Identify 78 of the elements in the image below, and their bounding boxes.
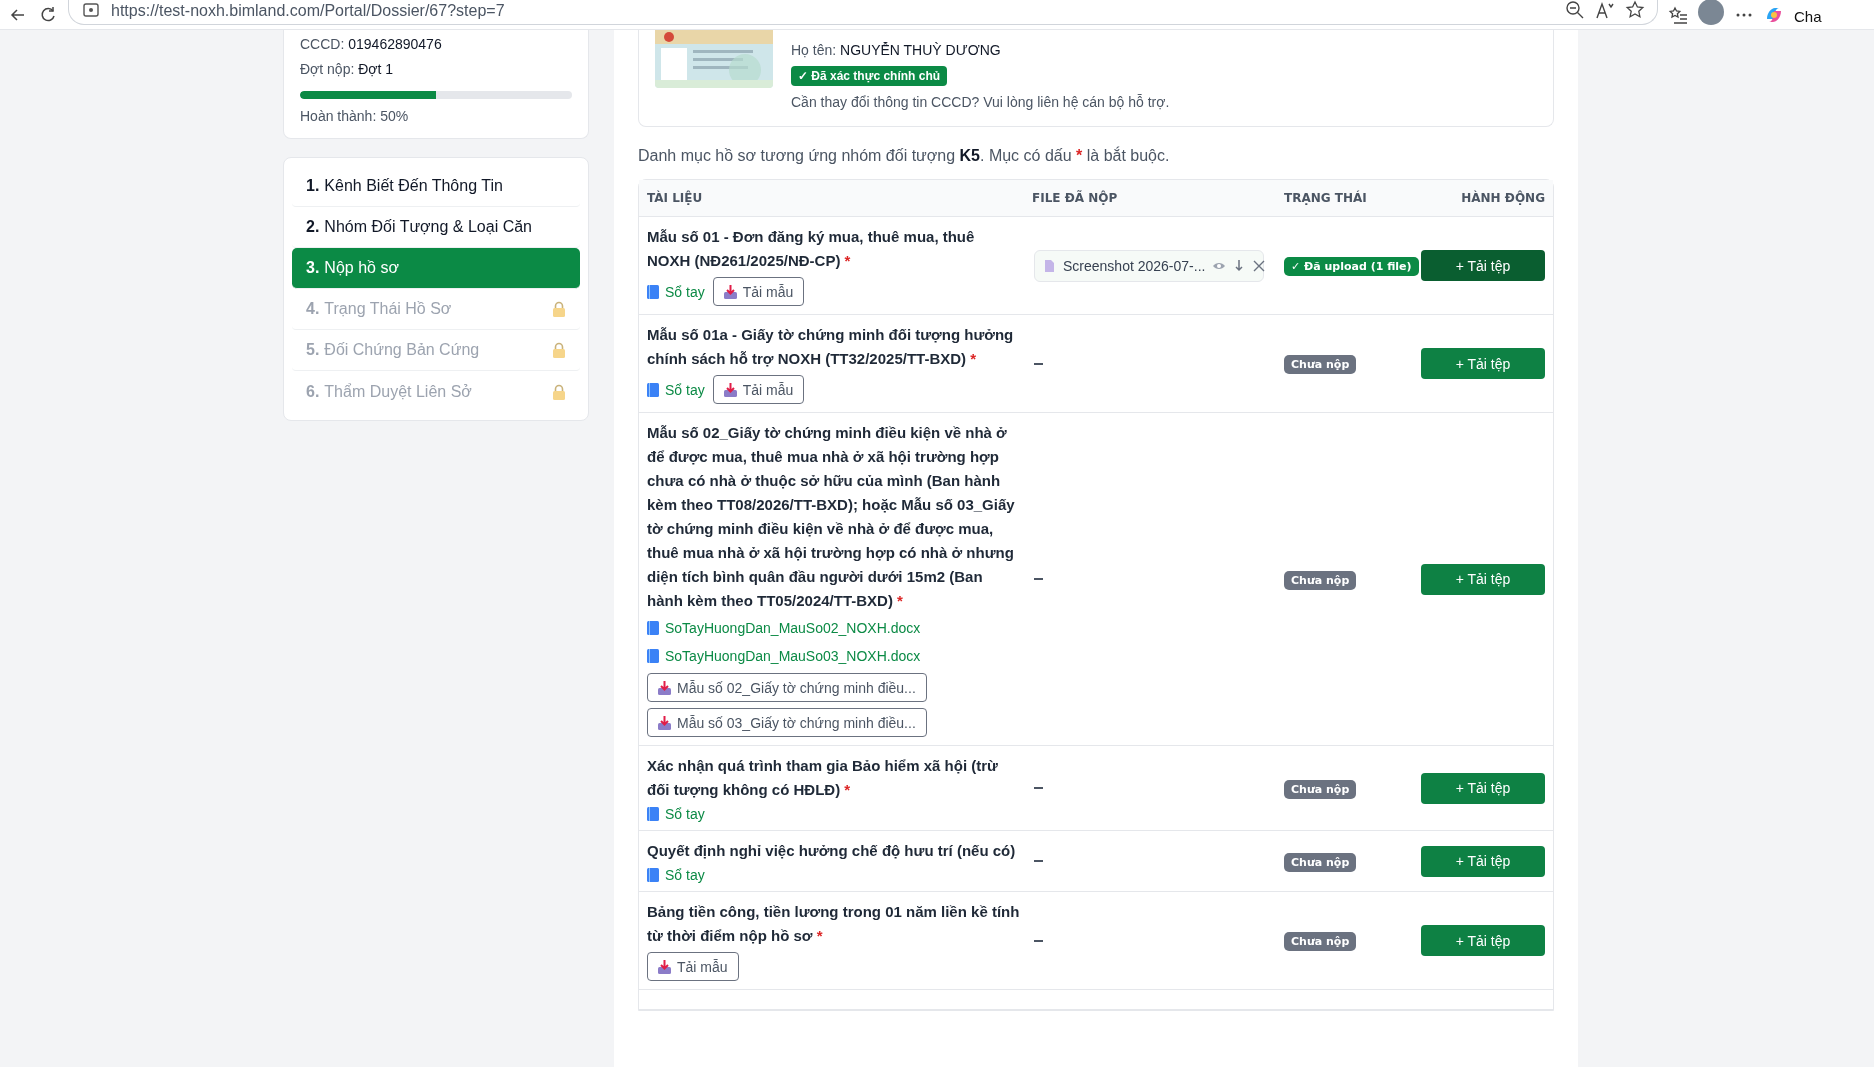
lock-icon	[552, 342, 566, 358]
book-icon	[647, 621, 659, 635]
intro-text: Danh mục hồ sơ tương ứng nhóm đối tượng K5. Mục có dấu * là bắt buộc.	[638, 147, 1171, 165]
step-tab[interactable]: 5. Đối Chứng Bản Cứng	[292, 330, 580, 371]
status-badge: Chưa nộp	[1284, 852, 1357, 872]
progress-label: Hoàn thành: 50%	[300, 108, 410, 124]
step-tab[interactable]: 6. Thẩm Duyệt Liên Sở	[292, 371, 580, 412]
column-header: TÀI LIỆU	[646, 191, 704, 205]
download-icon	[723, 284, 737, 299]
empty-dash-icon	[1034, 860, 1043, 862]
step-tab[interactable]: 1. Kênh Biết Đến Thông Tin	[292, 166, 580, 207]
status-badge: Chưa nộp	[1284, 355, 1357, 374]
status-badge: Chưa nộp	[1284, 932, 1357, 951]
empty-dash-icon	[1034, 787, 1043, 789]
upload-button[interactable]: + Tải tệp	[1421, 348, 1545, 379]
empty-dash-icon	[1034, 362, 1043, 365]
handbook-link[interactable]: Sổ tay	[647, 283, 705, 300]
lock-icon	[552, 383, 566, 400]
upload-button[interactable]: + Tải tệp	[1421, 772, 1545, 804]
download-icon	[658, 715, 671, 730]
handbook-link[interactable]: Sổ tay	[647, 381, 705, 398]
file-icon	[1043, 259, 1055, 272]
profile-avatar[interactable]	[1698, 0, 1724, 25]
book-icon	[647, 807, 659, 821]
book-icon	[647, 649, 659, 663]
read-aloud-icon[interactable]	[1595, 0, 1615, 20]
document-title: Bảng tiền công, tiền lương trong 01 năm liền kề tính từ thời điểm nộp hồ sơ *	[647, 902, 1020, 946]
document-title: Mẫu số 02_Giấy tờ chứng minh điều kiện về nhà ở để được mua, thuê mua nhà ở xã hội trường hợp chưa có nhà ở thuộc sở hữu của mình (Ban hành kèm theo TT08/2026/TT-BXD); hoặc Mẫu số 03_Giấy tờ chứng minh điều kiện về nhà ở để được mua, thuê mua nhà ở xã hội trường hợp có nhà ở nhưng diện tích bình quân đầu người dưới 15m2 (Ban hành kèm theo TT05/2024/TT-BXD) *	[647, 423, 1016, 611]
download-icon	[658, 680, 671, 695]
download-icon	[723, 382, 737, 397]
empty-dash-icon	[1034, 939, 1043, 942]
column-header: HÀNH ĐỘNG	[1460, 191, 1546, 205]
handbook-link[interactable]: Sổ tay	[647, 806, 705, 822]
copilot-label[interactable]: Cha	[1794, 8, 1822, 25]
status-badge: ✓ Đã upload (1 file)	[1284, 257, 1419, 276]
copilot-icon[interactable]	[1764, 5, 1784, 25]
empty-dash-icon	[1034, 578, 1043, 580]
upload-button[interactable]: + Tải tệp	[1421, 563, 1545, 595]
file-link[interactable]: SoTayHuongDan_MauSo03_NOXH.docx	[647, 645, 1020, 667]
status-badge: Chưa nộp	[1284, 779, 1357, 799]
document-title: Mẫu số 01 - Đơn đăng ký mua, thuê mua, thuê NOXH (NĐ261/2025/NĐ-CP) *	[647, 227, 976, 271]
step-tab[interactable]: 3. Nộp hồ sơ	[292, 248, 580, 289]
url-text: https://test-noxh.bimland.com/Portal/Dossier/67?step=7	[111, 2, 505, 20]
zoom-out-icon[interactable]	[1565, 0, 1585, 20]
summary-field: Đợt nộp: Đợt 1	[300, 61, 572, 77]
template-download-button[interactable]: Mẫu số 02_Giấy tờ chứng minh điều...	[647, 673, 927, 702]
download-icon[interactable]	[1233, 259, 1246, 272]
template-download-button[interactable]: Mẫu số 03_Giấy tờ chứng minh điều...	[647, 708, 927, 737]
template-download-button[interactable]: Tải mẫu	[712, 277, 805, 306]
site-info-icon[interactable]	[81, 0, 101, 20]
column-header: TRẠNG THÁI	[1283, 191, 1368, 205]
book-icon	[647, 284, 659, 299]
upload-button[interactable]: + Tải tệp	[1421, 925, 1545, 956]
document-title: Mẫu số 01a - Giấy tờ chứng minh đối tượng hưởng chính sách hỗ trợ NOXH (TT32/2025/TT-BXD) *	[647, 325, 1015, 369]
book-icon	[647, 382, 659, 397]
upload-button[interactable]: + Tải tệp	[1421, 845, 1545, 877]
lock-icon	[552, 301, 566, 317]
document-title: Quyết định nghỉ việc hưởng chế độ hưu trí (nếu có)	[647, 841, 1017, 861]
template-download-button[interactable]: Tải mẫu	[647, 952, 739, 981]
download-icon	[658, 959, 671, 974]
status-badge: Chưa nộp	[1284, 570, 1357, 590]
file-name: Screenshot 2026-07-...	[1063, 257, 1206, 274]
close-icon[interactable]	[1253, 259, 1266, 272]
support-note: Cần thay đổi thông tin CCCD? Vui lòng liên hệ cán bộ hỗ trợ.	[791, 94, 1170, 110]
template-download-button[interactable]: Tải mẫu	[712, 375, 805, 404]
step-tab[interactable]: 4. Trạng Thái Hồ Sơ	[292, 289, 580, 330]
name-field: Họ tên: NGUYỄN THUỲ DƯƠNG	[791, 42, 1170, 58]
address-bar[interactable]: https://test-noxh.bimland.com/Portal/Dossier/67?step=7	[68, 0, 1658, 25]
document-title: Xác nhận quá trình tham gia Bảo hiểm xã hội (trừ đối tượng không có HĐLĐ) *	[647, 756, 999, 800]
file-link[interactable]: SoTayHuongDan_MauSo02_NOXH.docx	[647, 617, 1020, 639]
book-icon	[647, 868, 659, 882]
verified-badge: ✓ Đã xác thực chính chủ	[791, 66, 948, 86]
favorites-icon[interactable]	[1668, 5, 1688, 25]
handbook-link[interactable]: Sổ tay	[647, 867, 705, 883]
star-icon[interactable]	[1625, 0, 1645, 20]
column-header: FILE ĐÃ NỘP	[1031, 191, 1119, 205]
summary-field: CCCD: 019462890476	[300, 36, 572, 52]
upload-button[interactable]: + Tải tệp	[1421, 250, 1545, 281]
